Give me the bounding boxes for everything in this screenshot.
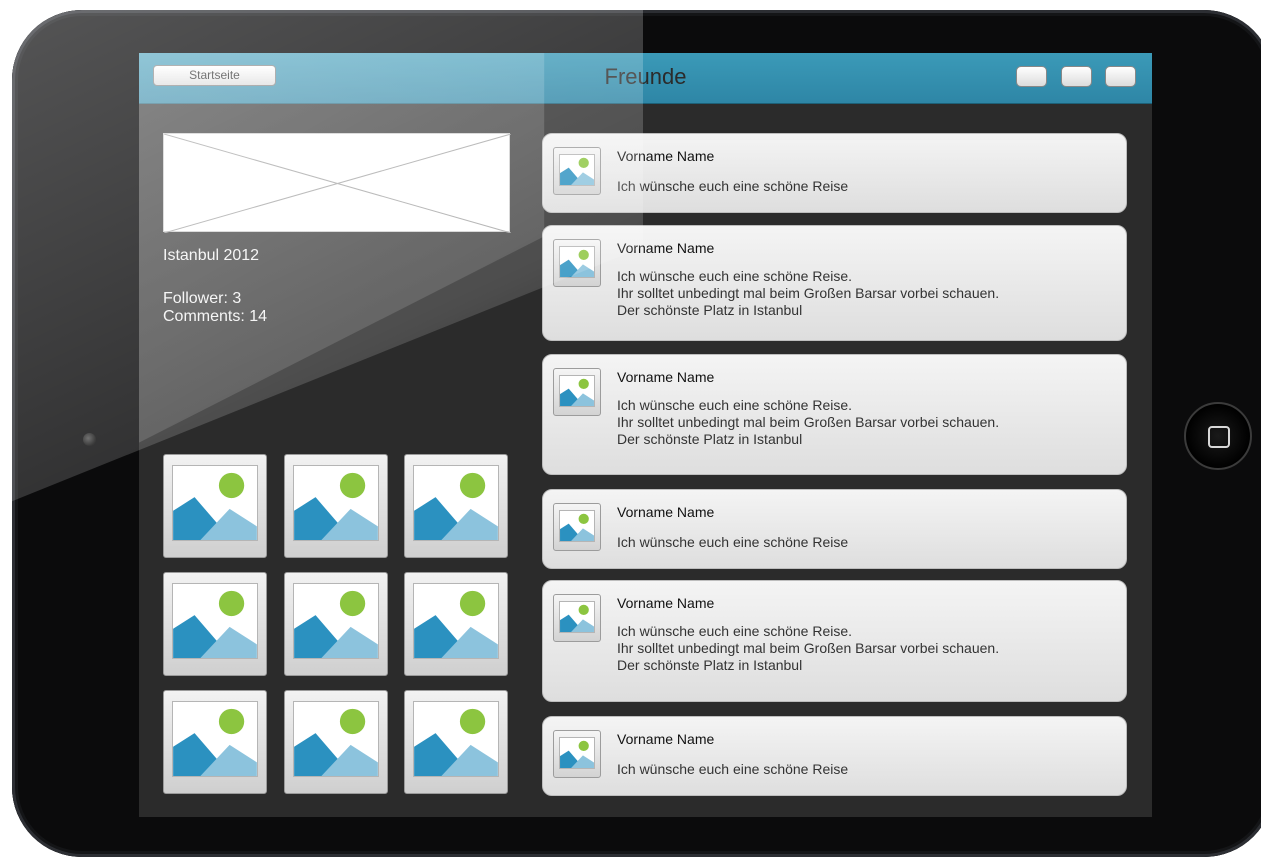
image-icon [559,737,595,769]
image-icon [413,701,499,777]
comment-text: Ich wünsche euch eine schöne Reise. Ihr s… [617,397,999,448]
avatar[interactable] [553,503,601,551]
avatar[interactable] [553,147,601,195]
app-header: Startseite Freunde [139,53,1152,104]
camera-icon [83,433,96,446]
photo-thumbnail[interactable] [404,454,508,558]
comment-text-line: Der schönste Platz in Istanbul [617,657,803,673]
comment-text-line: Ich wünsche euch eine schöne Reise [617,534,849,550]
header-button-3[interactable] [1105,66,1136,87]
image-icon [559,154,595,186]
follower-count: Follower: 3 [163,290,242,307]
comment-text-line: Ich wünsche euch eine schöne Reise. [617,397,853,413]
comment-text-line: Ihr solltet unbedingt mal beim Großen Ba… [617,414,1000,430]
comment-count: Comments: 14 [163,308,268,325]
comment-text-line: Ich wünsche euch eine schöne Reise. [617,268,853,284]
avatar[interactable] [553,239,601,287]
app-screen: Startseite Freunde Istanbul 2012 Followe… [139,53,1152,817]
comment-text-line: Ich wünsche euch eine schöne Reise [617,178,849,194]
image-icon [413,465,499,541]
photo-thumbnail[interactable] [163,454,267,558]
comment-author: Vorname Name [617,240,715,256]
comment-text-line: Ihr solltet unbedingt mal beim Großen Ba… [617,285,1000,301]
image-icon [559,601,595,633]
album-title: Istanbul 2012 [163,247,260,264]
image-icon [172,583,258,659]
photo-thumbnail[interactable] [404,572,508,676]
image-icon [293,465,379,541]
comment-text-line: Ihr solltet unbedingt mal beim Großen Ba… [617,640,1000,656]
avatar[interactable] [553,368,601,416]
avatar[interactable] [553,730,601,778]
comment-text-line: Der schönste Platz in Istanbul [617,431,803,447]
image-icon [559,375,595,407]
home-square-icon [1208,426,1230,448]
image-icon [559,246,595,278]
photo-thumbnail[interactable] [163,572,267,676]
image-icon [172,701,258,777]
home-button[interactable] [1184,402,1252,470]
photo-thumbnail[interactable] [284,690,388,794]
image-icon [172,465,258,541]
comment-card[interactable]: Vorname Name Ich wünsche euch eine schöne… [542,225,1127,341]
comment-card[interactable]: Vorname Name Ich wünsche euch eine schöne… [542,489,1127,569]
header-button-2[interactable] [1061,66,1092,87]
comment-text: Ich wünsche euch eine schöne Reise. Ihr s… [617,268,999,319]
image-icon [293,701,379,777]
photo-thumbnail[interactable] [404,690,508,794]
comment-card[interactable]: Vorname Name Ich wünsche euch eine schöne… [542,354,1127,475]
comment-card[interactable]: Vorname Name Ich wünsche euch eine schöne… [542,716,1127,796]
comment-author: Vorname Name [617,731,715,747]
image-icon [293,583,379,659]
comment-text: Ich wünsche euch eine schöne Reise [617,534,848,551]
comment-text: Ich wünsche euch eine schöne Reise [617,178,848,195]
album-cover-placeholder[interactable] [163,133,511,233]
image-icon [559,510,595,542]
comment-text-line: Der schönste Platz in Istanbul [617,302,803,318]
photo-thumbnail[interactable] [284,454,388,558]
photo-thumbnail[interactable] [284,572,388,676]
image-placeholder-icon [164,134,511,233]
photo-thumbnail[interactable] [163,690,267,794]
comment-text: Ich wünsche euch eine schöne Reise [617,761,848,778]
comment-author: Vorname Name [617,369,715,385]
comment-author: Vorname Name [617,504,715,520]
comment-author: Vorname Name [617,148,715,164]
header-button-1[interactable] [1016,66,1047,87]
comment-card[interactable]: Vorname Name Ich wünsche euch eine schöne… [542,580,1127,702]
image-icon [413,583,499,659]
comment-text-line: Ich wünsche euch eine schöne Reise. [617,623,853,639]
avatar[interactable] [553,594,601,642]
comment-author: Vorname Name [617,595,715,611]
comment-card[interactable]: Vorname Name Ich wünsche euch eine schöne… [542,133,1127,213]
comment-text: Ich wünsche euch eine schöne Reise. Ihr s… [617,623,999,674]
comment-text-line: Ich wünsche euch eine schöne Reise [617,761,849,777]
page-title: Freunde [604,64,687,89]
